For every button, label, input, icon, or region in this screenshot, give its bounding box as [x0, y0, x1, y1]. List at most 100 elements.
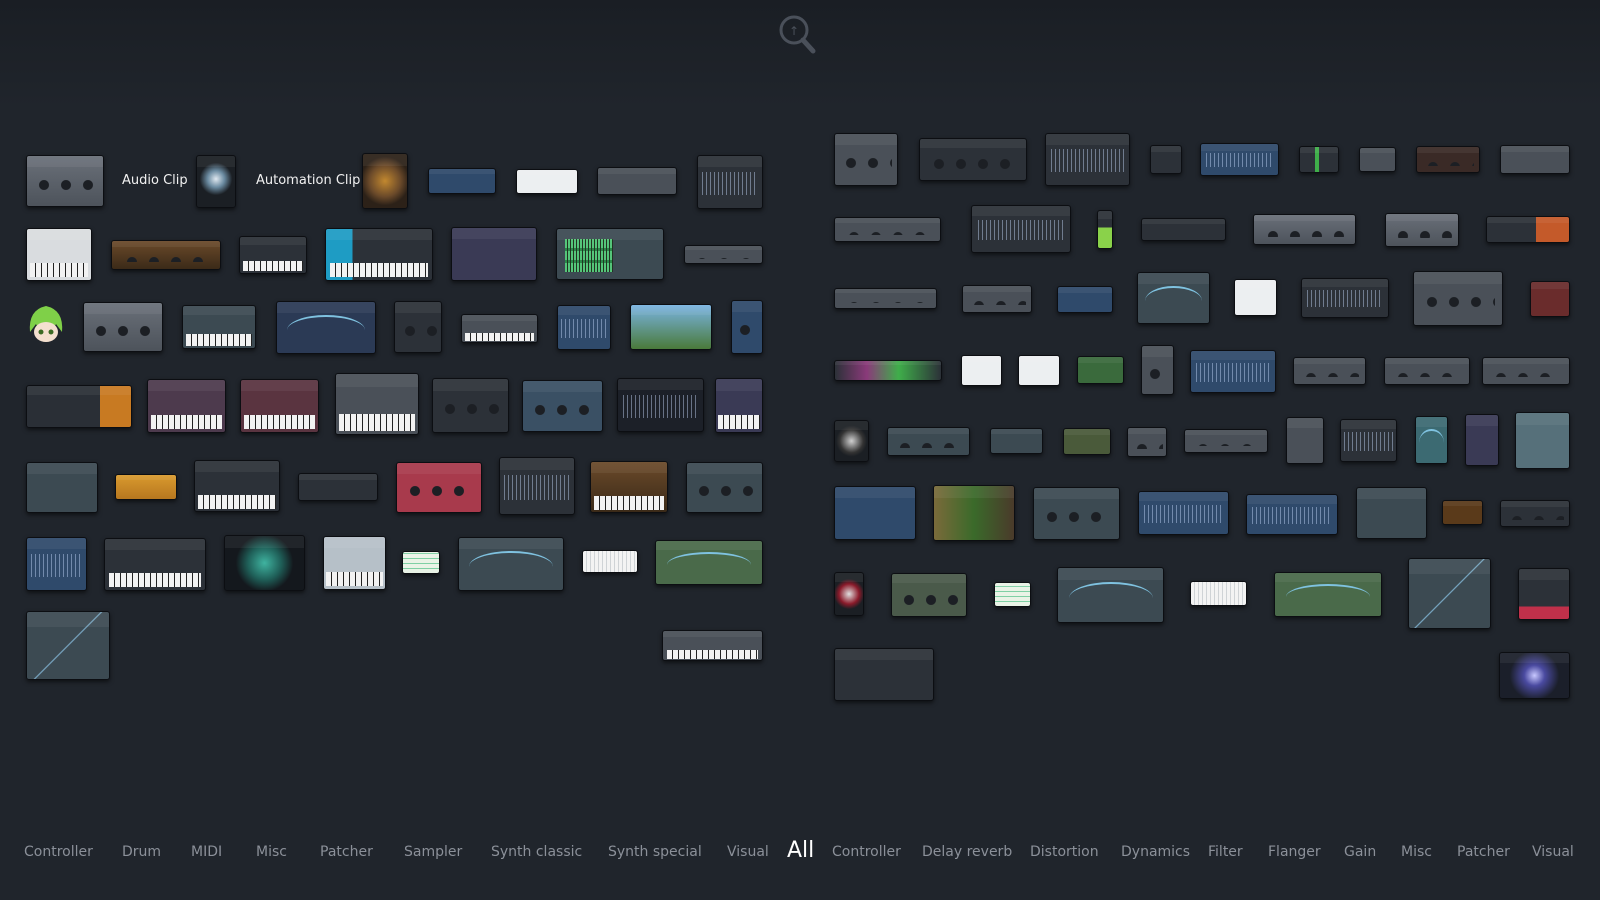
plugin-thumbnail[interactable]: [362, 153, 408, 209]
magnifier-icon[interactable]: ↑: [778, 14, 816, 54]
plugin-thumbnail[interactable]: [834, 217, 941, 242]
tab-generator-controller[interactable]: Controller: [24, 844, 93, 860]
plugin-thumbnail[interactable]: [1063, 428, 1111, 455]
plugin-thumbnail[interactable]: [1385, 213, 1459, 247]
plugin-thumbnail[interactable]: [1465, 414, 1499, 466]
plugin-thumbnail[interactable]: [1253, 214, 1356, 245]
tab-generator-synth-classic[interactable]: Synth classic: [491, 844, 582, 860]
plugin-thumbnail[interactable]: [1518, 568, 1570, 620]
plugin-thumbnail[interactable]: [1033, 487, 1120, 540]
plugin-thumbnail[interactable]: [396, 462, 482, 513]
plugin-thumbnail[interactable]: [834, 288, 937, 309]
plugin-thumbnail[interactable]: [1408, 558, 1491, 629]
plugin-thumbnail[interactable]: [697, 155, 763, 209]
plugin-thumbnail[interactable]: [1415, 416, 1448, 464]
plugin-thumbnail[interactable]: [961, 355, 1002, 386]
plugin-thumbnail[interactable]: [655, 540, 763, 585]
plugin-thumbnail[interactable]: [1127, 427, 1167, 457]
tab-effect-patcher[interactable]: Patcher: [1457, 844, 1510, 860]
tab-effect-visual[interactable]: Visual: [1532, 844, 1574, 860]
plugin-thumbnail[interactable]: [1138, 491, 1229, 535]
plugin-thumbnail[interactable]: [335, 373, 419, 435]
plugin-thumbnail[interactable]: [1184, 429, 1268, 453]
tab-effect-gain[interactable]: Gain: [1344, 844, 1376, 860]
plugin-thumbnail[interactable]: [26, 155, 104, 207]
tab-effect-filter[interactable]: Filter: [1208, 844, 1243, 860]
plugin-thumbnail[interactable]: [394, 301, 442, 353]
plugin-thumbnail[interactable]: [26, 385, 132, 428]
tab-effect-delay-reverb[interactable]: Delay reverb: [922, 844, 1012, 860]
plugin-thumbnail[interactable]: [1486, 216, 1570, 243]
plugin-thumbnail[interactable]: [919, 138, 1027, 181]
plugin-thumbnail[interactable]: [499, 457, 575, 515]
plugin-thumbnail[interactable]: [1077, 356, 1124, 384]
plugin-thumbnail[interactable]: [715, 378, 763, 433]
plugin-thumbnail[interactable]: [590, 461, 668, 513]
tab-all[interactable]: All: [787, 838, 814, 863]
plugin-thumbnail[interactable]: [1190, 350, 1276, 393]
plugin-thumbnail[interactable]: [240, 379, 319, 433]
plugin-thumbnail[interactable]: [194, 460, 280, 512]
plugin-thumbnail[interactable]: [1141, 345, 1174, 395]
tab-generator-patcher[interactable]: Patcher: [320, 844, 373, 860]
plugin-thumbnail[interactable]: [182, 305, 256, 349]
plugin-thumbnail[interactable]: [1190, 581, 1247, 606]
plugin-thumbnail[interactable]: [1286, 417, 1324, 464]
plugin-thumbnail[interactable]: [1246, 494, 1338, 535]
plugin-thumbnail[interactable]: [1234, 279, 1277, 316]
tab-effect-distortion[interactable]: Distortion: [1030, 844, 1099, 860]
plugin-thumbnail[interactable]: [83, 302, 163, 352]
tab-generator-visual[interactable]: Visual: [727, 844, 769, 860]
audio-clip-label[interactable]: Audio Clip: [122, 173, 188, 188]
plugin-thumbnail[interactable]: [1482, 357, 1570, 385]
plugin-thumbnail[interactable]: [686, 462, 763, 513]
plugin-thumbnail[interactable]: [298, 473, 378, 501]
plugin-thumbnail[interactable]: [104, 538, 206, 591]
plugin-thumbnail[interactable]: [1018, 355, 1060, 386]
plugin-thumbnail[interactable]: [933, 485, 1015, 541]
tab-effect-flanger[interactable]: Flanger: [1268, 844, 1321, 860]
plugin-thumbnail[interactable]: [834, 486, 916, 540]
plugin-thumbnail[interactable]: [147, 379, 226, 433]
plugin-thumbnail[interactable]: [684, 245, 763, 264]
plugin-thumbnail[interactable]: [1057, 567, 1164, 623]
plugin-thumbnail[interactable]: [451, 227, 537, 281]
plugin-thumbnail[interactable]: [834, 133, 898, 186]
plugin-thumbnail[interactable]: [662, 630, 763, 661]
plugin-thumbnail[interactable]: [239, 236, 307, 274]
plugin-thumbnail[interactable]: [1274, 572, 1382, 617]
plugin-thumbnail[interactable]: [1413, 271, 1503, 326]
automation-clip-label[interactable]: Automation Clip: [256, 173, 360, 188]
plugin-thumbnail[interactable]: [556, 228, 664, 280]
plugin-thumbnail[interactable]: [887, 427, 970, 456]
plugin-thumbnail[interactable]: [1150, 145, 1182, 174]
plugin-thumbnail[interactable]: [630, 304, 712, 350]
plugin-thumbnail[interactable]: [1442, 500, 1483, 525]
plugin-thumbnail[interactable]: [276, 301, 376, 354]
plugin-thumbnail[interactable]: [325, 228, 433, 281]
plugin-thumbnail[interactable]: [1141, 218, 1226, 241]
tab-generator-midi[interactable]: MIDI: [191, 844, 222, 860]
plugin-thumbnail[interactable]: [402, 551, 440, 574]
tab-generator-sampler[interactable]: Sampler: [404, 844, 462, 860]
plugin-thumbnail[interactable]: [428, 168, 496, 194]
plugin-thumbnail[interactable]: [1499, 652, 1570, 699]
plugin-thumbnail[interactable]: [461, 314, 538, 343]
plugin-thumbnail[interactable]: [1293, 357, 1366, 385]
plugin-thumbnail[interactable]: [1500, 500, 1570, 527]
plugin-thumbnail[interactable]: [617, 378, 704, 432]
plugin-thumbnail[interactable]: [323, 536, 386, 590]
plugin-thumbnail[interactable]: [834, 420, 869, 462]
plugin-thumbnail[interactable]: [1340, 419, 1397, 462]
mascot-icon[interactable]: [26, 302, 66, 344]
plugin-thumbnail[interactable]: [1530, 281, 1570, 317]
plugin-thumbnail[interactable]: [1137, 272, 1210, 324]
plugin-thumbnail[interactable]: [1057, 286, 1113, 313]
tab-effect-dynamics[interactable]: Dynamics: [1121, 844, 1190, 860]
plugin-thumbnail[interactable]: [1097, 210, 1113, 249]
plugin-thumbnail[interactable]: [1500, 145, 1570, 174]
plugin-thumbnail[interactable]: [516, 169, 578, 194]
plugin-thumbnail[interactable]: [731, 300, 763, 354]
plugin-thumbnail[interactable]: [1200, 143, 1279, 176]
tab-effect-controller[interactable]: Controller: [832, 844, 901, 860]
